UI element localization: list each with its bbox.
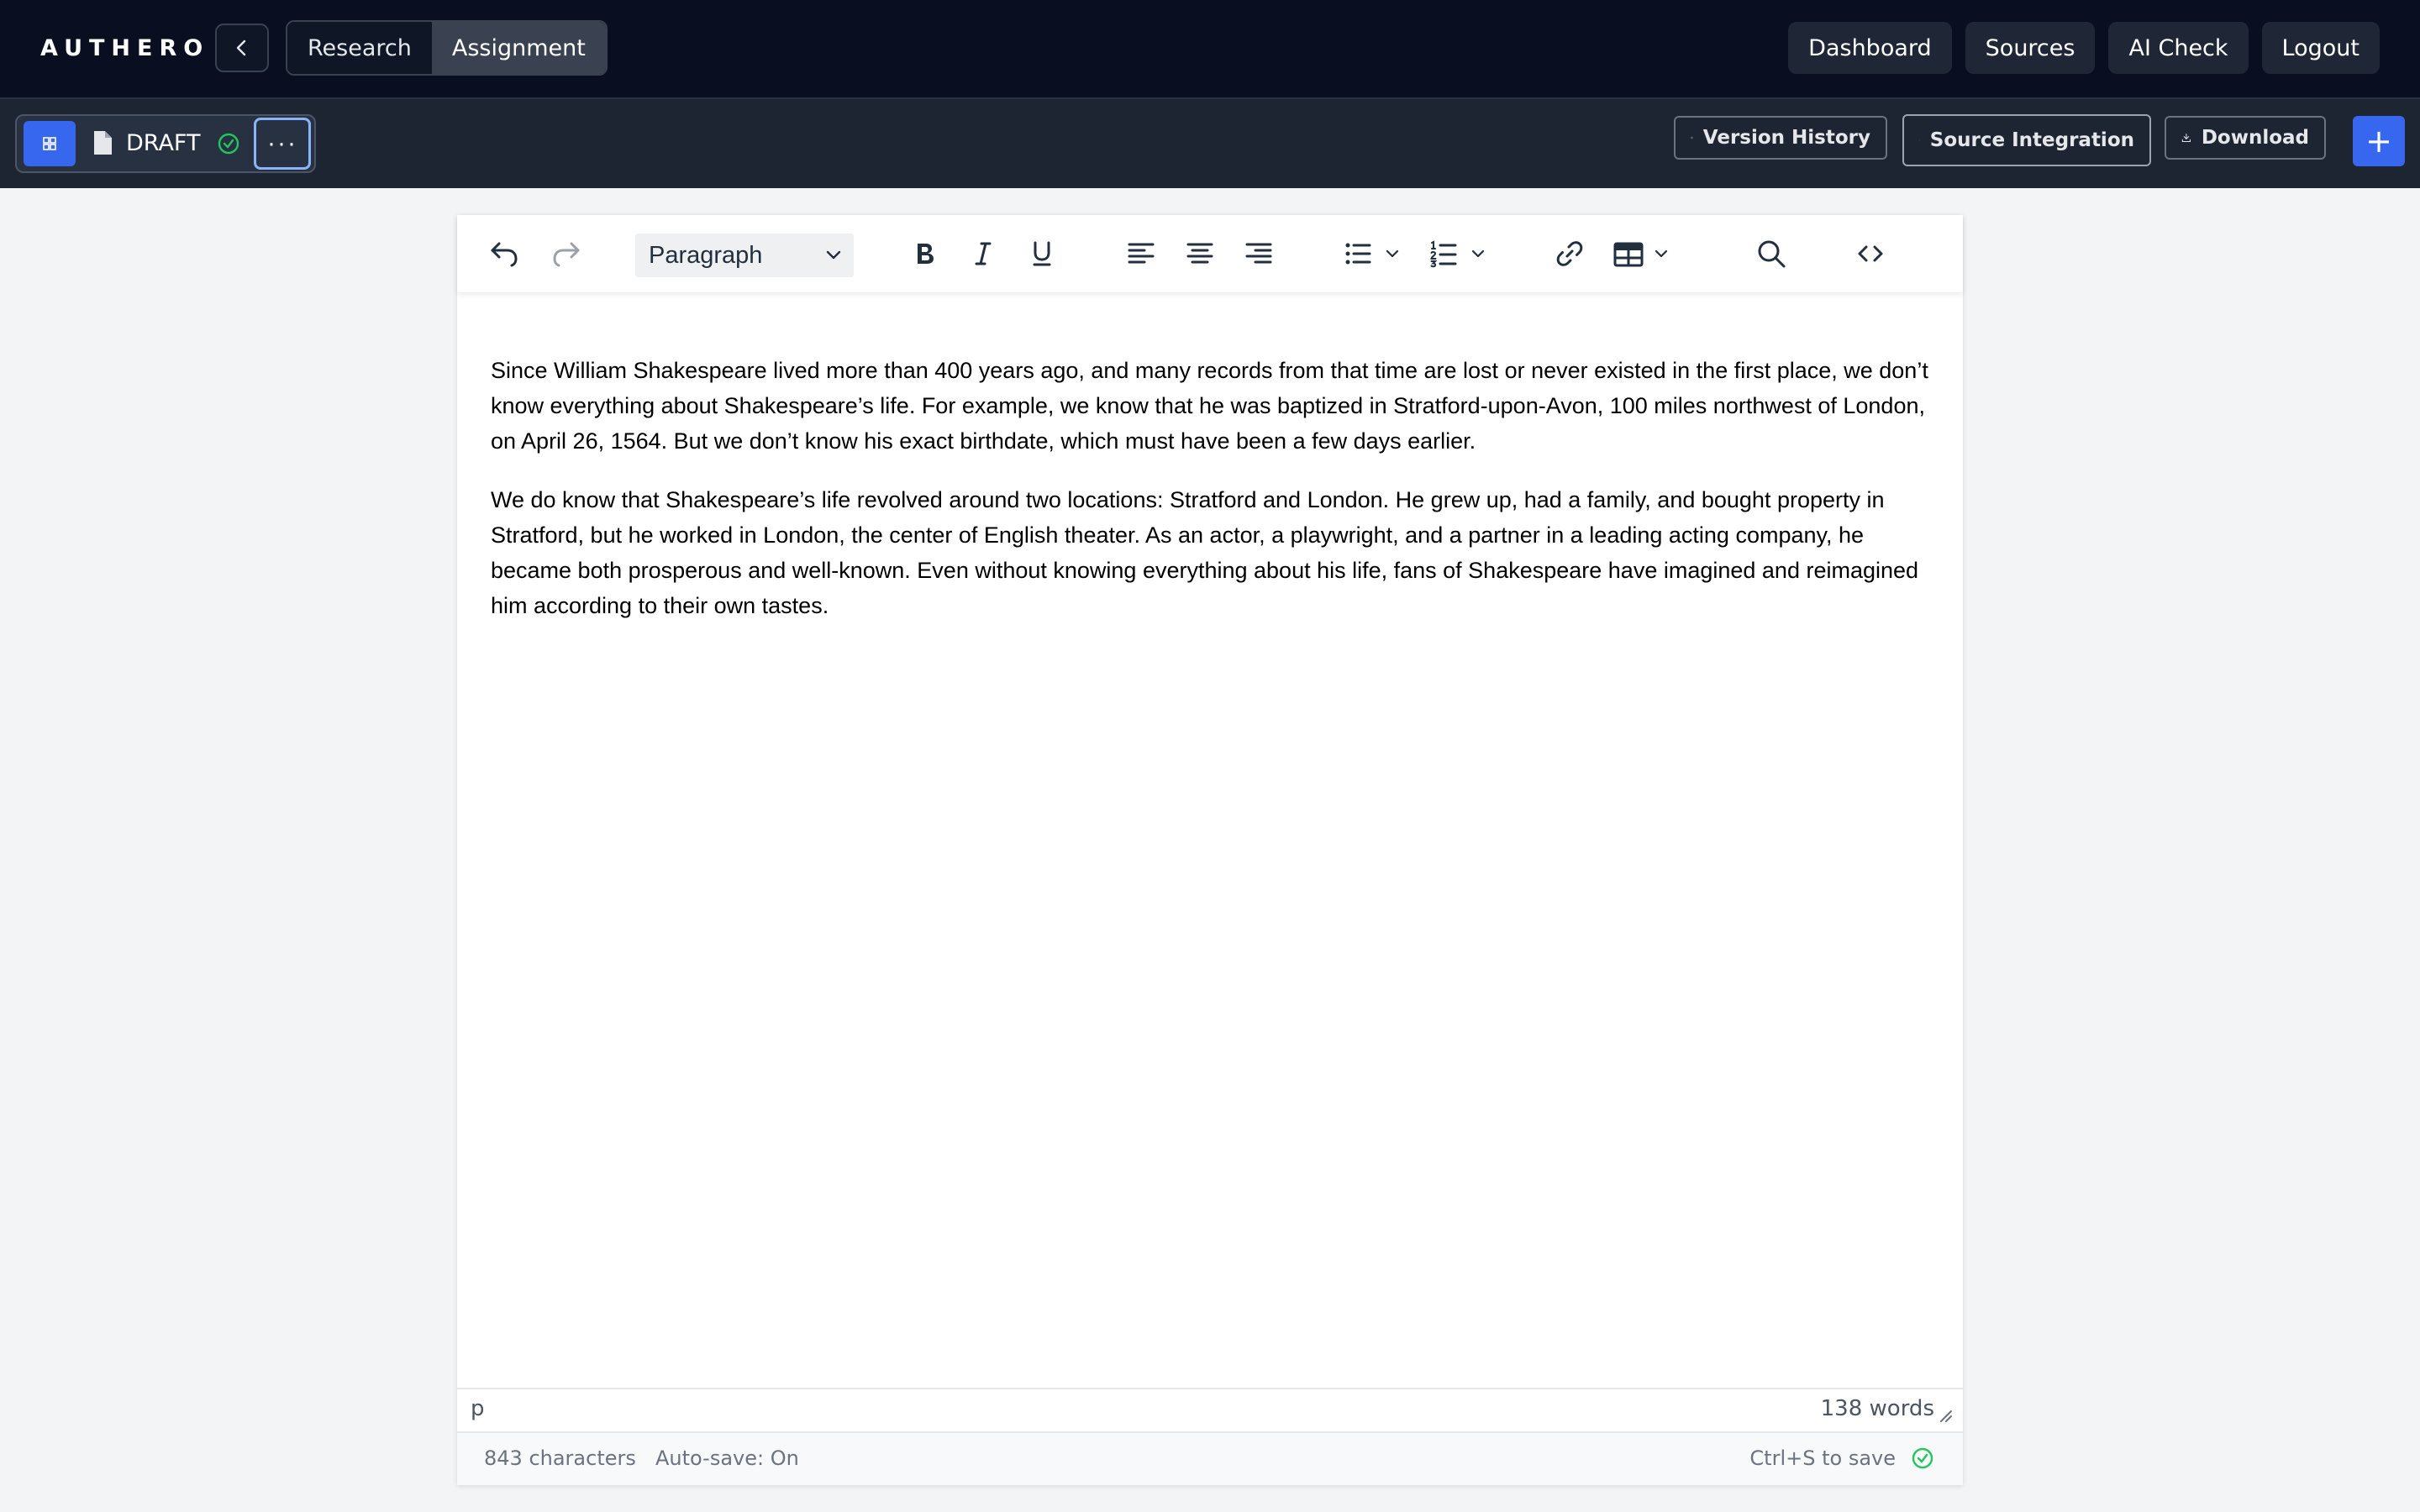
sources-button[interactable]: Sources (1965, 22, 2096, 74)
source-code-button[interactable] (1850, 234, 1891, 274)
italic-button[interactable] (963, 234, 1003, 274)
underline-button[interactable] (1022, 234, 1062, 274)
document-content[interactable]: Since William Shakespeare lived more tha… (491, 353, 1934, 647)
download-label: Download (2201, 127, 2309, 149)
top-navigation: AUTHERO Research Assignment Dashboard So… (0, 0, 2420, 97)
bold-icon (918, 244, 934, 264)
file-text-icon (1919, 139, 1920, 141)
tab-assignment[interactable]: Assignment (431, 22, 606, 74)
ai-check-button[interactable]: AI Check (2108, 22, 2249, 74)
clock-icon (1691, 136, 1693, 139)
numbered-list-icon (1430, 240, 1457, 268)
element-path[interactable]: p (471, 1396, 485, 1421)
chevron-down-icon (1386, 249, 1399, 258)
bullet-list-icon (1345, 243, 1371, 265)
tab-research[interactable]: Research (287, 22, 432, 74)
align-right-button[interactable] (1239, 234, 1279, 274)
download-button[interactable]: Download (2165, 116, 2326, 160)
undo-icon (491, 242, 518, 267)
character-count: 843 characters (484, 1446, 636, 1470)
redo-button[interactable] (546, 234, 587, 274)
document-toolbar: DRAFT ··· Version History Source Integra… (0, 97, 2420, 188)
align-center-button[interactable] (1180, 234, 1220, 274)
draft-status-label: DRAFT (126, 130, 201, 156)
back-button[interactable] (215, 24, 269, 72)
table-icon (1613, 242, 1644, 267)
version-history-button[interactable]: Version History (1674, 116, 1887, 160)
ellipsis-icon: ··· (267, 129, 297, 157)
version-history-label: Version History (1702, 127, 1870, 149)
chevron-down-icon (1655, 249, 1668, 258)
redo-icon (553, 242, 580, 267)
source-integration-label: Source Integration (1929, 129, 2134, 151)
code-icon (1858, 245, 1883, 262)
align-left-button[interactable] (1121, 234, 1161, 274)
numbered-list-button[interactable] (1423, 234, 1464, 274)
align-center-icon (1186, 243, 1213, 264)
table-options-button[interactable] (1649, 234, 1674, 274)
bullet-list-options-button[interactable] (1380, 234, 1405, 274)
link-icon (1556, 241, 1583, 266)
block-format-select[interactable]: Paragraph (635, 234, 854, 277)
search-icon (1758, 240, 1786, 268)
undo-button[interactable] (484, 234, 524, 274)
editor-toolbar: Paragraph (457, 215, 1963, 292)
document-icon (91, 129, 114, 160)
draft-document-group: DRAFT ··· (15, 114, 316, 173)
app-logo: AUTHERO (40, 35, 210, 61)
italic-icon (975, 242, 992, 265)
editor-footer: 843 characters Auto-save: On Ctrl+S to s… (457, 1431, 1963, 1485)
insert-link-button[interactable] (1549, 234, 1590, 274)
saved-check-icon (1911, 1446, 1934, 1475)
resize-handle-icon[interactable] (1938, 1408, 1953, 1423)
align-right-icon (1245, 243, 1272, 264)
editor-statusbar: p 138 words (457, 1388, 1963, 1431)
chevron-left-icon (236, 39, 246, 56)
save-shortcut-hint: Ctrl+S to save (1749, 1446, 1896, 1470)
find-replace-button[interactable] (1751, 234, 1791, 274)
autosave-status: Auto-save: On (655, 1446, 799, 1470)
dashboard-button[interactable]: Dashboard (1788, 22, 1952, 74)
align-left-icon (1128, 243, 1155, 264)
underline-icon (1033, 241, 1051, 266)
numbered-list-options-button[interactable] (1465, 234, 1491, 274)
check-circle-icon (217, 132, 240, 160)
word-count[interactable]: 138 words (1821, 1396, 1934, 1421)
chevron-down-icon (826, 250, 841, 260)
download-icon (2181, 133, 2191, 143)
source-integration-button[interactable]: Source Integration (1902, 114, 2151, 166)
more-options-button[interactable]: ··· (254, 118, 311, 170)
add-button[interactable]: + (2353, 116, 2405, 166)
bold-button[interactable] (904, 234, 944, 274)
block-format-value: Paragraph (649, 241, 763, 269)
insert-table-button[interactable] (1608, 234, 1649, 274)
plus-icon: + (2365, 123, 2392, 160)
logout-button[interactable]: Logout (2261, 22, 2380, 74)
chevron-down-icon (1471, 249, 1485, 258)
grid-icon (43, 137, 56, 150)
paragraph[interactable]: Since William Shakespeare lived more tha… (491, 353, 1934, 459)
rich-text-editor: Paragraph Since William Shakespeare live… (457, 215, 1963, 1485)
grid-toggle-button[interactable] (24, 121, 76, 166)
bullet-list-button[interactable] (1338, 234, 1378, 274)
nav-actions: Dashboard Sources AI Check Logout (1788, 22, 2380, 74)
mode-tab-group: Research Assignment (286, 20, 608, 76)
paragraph[interactable]: We do know that Shakespeare’s life revol… (491, 482, 1934, 623)
